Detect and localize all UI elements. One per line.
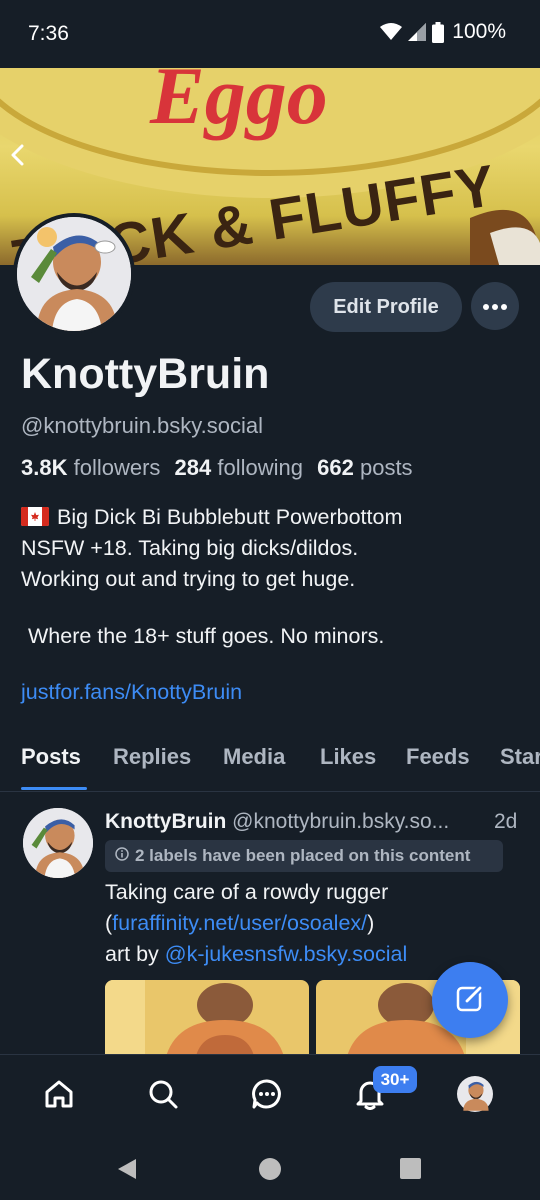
post-author-handle: @knottybruin.bsky.so... bbox=[232, 810, 450, 833]
wifi-icon bbox=[380, 23, 403, 41]
signal-icon bbox=[408, 23, 427, 41]
posts-stat: 662 posts bbox=[317, 455, 413, 480]
following-stat[interactable]: 284 following bbox=[175, 455, 303, 480]
bio-line-1: Big Dick Bi Bubblebutt Powerbottom bbox=[57, 505, 403, 529]
home-circle-icon[interactable] bbox=[258, 1157, 282, 1186]
tab-media[interactable]: Media bbox=[223, 744, 285, 770]
avatar-illustration bbox=[17, 217, 131, 331]
recents-square-icon[interactable] bbox=[400, 1158, 421, 1184]
post-text: Taking care of a rowdy rugger (furaffini… bbox=[105, 877, 525, 970]
nav-home[interactable] bbox=[32, 1069, 86, 1123]
profile-avatar[interactable] bbox=[13, 213, 135, 335]
compose-post-button[interactable] bbox=[432, 962, 508, 1038]
post-timestamp: 2d bbox=[494, 810, 518, 833]
home-icon bbox=[43, 1078, 75, 1115]
nav-chat[interactable] bbox=[240, 1069, 294, 1123]
bio-line-2: NSFW +18. Taking big dicks/dildos. bbox=[21, 536, 359, 560]
battery-percent: 100% bbox=[452, 20, 506, 43]
post-text-line-1: Taking care of a rowdy rugger bbox=[105, 880, 389, 904]
bio-line-3: Working out and trying to get huge. bbox=[21, 567, 356, 591]
display-name: KnottyBruin bbox=[21, 350, 270, 398]
back-triangle-icon[interactable] bbox=[116, 1158, 138, 1185]
active-tab-indicator bbox=[21, 787, 87, 790]
nav-search[interactable] bbox=[136, 1069, 190, 1123]
post-author-name: KnottyBruin bbox=[105, 810, 227, 833]
bio-link[interactable]: justfor.fans/KnottyBruin bbox=[21, 680, 242, 705]
battery-icon bbox=[432, 21, 445, 43]
profile-screen: 7:36 100% Eggo THICK & FLUFFY Edit Profi… bbox=[0, 0, 540, 1200]
edit-profile-button[interactable]: Edit Profile bbox=[310, 282, 462, 332]
profile-handle: @knottybruin.bsky.social bbox=[21, 413, 264, 438]
post-link[interactable]: furaffinity.net/user/osoalex/ bbox=[112, 911, 367, 935]
profile-avatar-icon bbox=[457, 1075, 493, 1117]
ellipsis-icon bbox=[483, 297, 507, 315]
bottom-navigation bbox=[0, 1054, 540, 1136]
followers-stat[interactable]: 3.8K followers bbox=[21, 455, 160, 480]
post-header[interactable]: KnottyBruin @knottybruin.bsky.so... bbox=[105, 810, 449, 834]
tab-likes[interactable]: Likes bbox=[320, 744, 376, 770]
tab-posts[interactable]: Posts bbox=[21, 744, 81, 770]
tab-replies[interactable]: Replies bbox=[113, 744, 191, 770]
back-chevron-icon[interactable] bbox=[10, 144, 40, 178]
nav-profile[interactable] bbox=[448, 1069, 502, 1123]
chat-icon bbox=[251, 1078, 283, 1115]
bio-line-4: Where the 18+ stuff goes. No minors. bbox=[28, 624, 385, 648]
banner-brand-text: Eggo bbox=[149, 68, 328, 141]
profile-tabs: Posts Replies Media Likes Feeds Star bbox=[0, 738, 540, 792]
tab-feeds[interactable]: Feeds bbox=[406, 744, 470, 770]
status-icons: 100% bbox=[380, 20, 506, 44]
system-navigation-bar bbox=[0, 1136, 540, 1200]
notifications-badge: 30+ bbox=[373, 1066, 417, 1093]
tab-starter-packs[interactable]: Star bbox=[500, 744, 540, 770]
status-bar: 7:36 100% bbox=[0, 0, 540, 68]
profile-stats: 3.8K followers 284 following 662 posts bbox=[21, 455, 413, 481]
status-time: 7:36 bbox=[28, 22, 69, 45]
post-author-avatar[interactable] bbox=[23, 808, 93, 878]
content-labels-notice[interactable]: 2 labels have been placed on this conten… bbox=[105, 840, 503, 872]
info-icon bbox=[115, 846, 135, 866]
post-avatar-illustration bbox=[23, 808, 93, 878]
post-mention[interactable]: @k-jukesnsfw.bsky.social bbox=[165, 942, 407, 966]
post-image-1[interactable] bbox=[105, 980, 309, 1060]
canada-flag-icon bbox=[21, 507, 49, 526]
profile-bio: Big Dick Bi Bubblebutt Powerbottom NSFW … bbox=[21, 502, 531, 595]
more-options-button[interactable] bbox=[471, 282, 519, 330]
compose-icon bbox=[455, 983, 485, 1018]
search-icon bbox=[147, 1078, 179, 1115]
